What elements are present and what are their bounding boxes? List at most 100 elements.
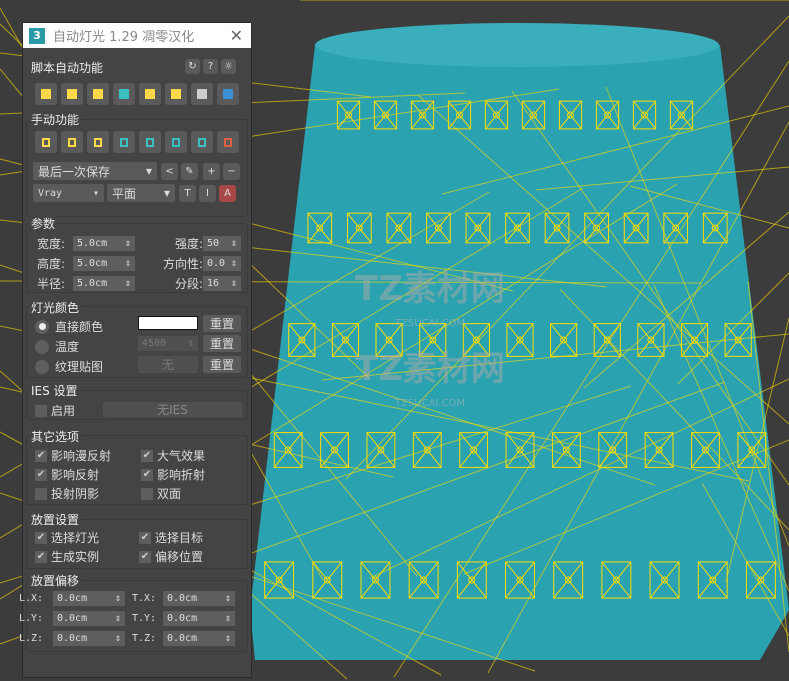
ies-enable-checkbox[interactable]: [35, 404, 47, 417]
radius-input[interactable]: 5.0cm ⇕: [73, 276, 135, 291]
width-input[interactable]: 5.0cm ⇕: [73, 236, 135, 251]
i-button[interactable]: I: [199, 184, 216, 202]
direction-input[interactable]: 0.0 ⇕: [203, 256, 241, 271]
offset-header: 放置偏移: [29, 572, 82, 589]
intensity-label: 强度:: [174, 237, 203, 251]
refract-checkbox[interactable]: ✔: [141, 468, 153, 481]
close-icon[interactable]: ✕: [230, 26, 243, 45]
select_light-checkbox[interactable]: ✔: [35, 531, 47, 544]
height-label: 高度:: [37, 257, 66, 271]
twoside-checkbox[interactable]: [141, 487, 153, 500]
add-preset-button[interactable]: +: [203, 162, 220, 180]
reset-color-button[interactable]: 重置: [203, 315, 241, 332]
preset-dropdown[interactable]: 最后一次保存 ▾: [33, 162, 157, 180]
offset-ty-label: T.Y:: [131, 613, 157, 624]
segments-label: 分段:: [174, 277, 203, 291]
offset_pos-label: 偏移位置: [155, 550, 204, 564]
settings-button[interactable]: ☼: [221, 59, 236, 74]
align-top-icon[interactable]: [87, 83, 109, 105]
offset-ty-input[interactable]: 0.0cm ⇕: [163, 611, 235, 626]
reset-texture-button[interactable]: 重置: [203, 356, 241, 373]
title-bar[interactable]: 3 自动灯光 1.29 凋零汉化 ✕: [23, 23, 251, 48]
direct-color-label: 直接颜色: [55, 320, 104, 334]
offset-lz-label: L.Z:: [19, 633, 44, 644]
texture-map-button[interactable]: 无: [138, 356, 198, 373]
center-icon[interactable]: [139, 131, 161, 153]
offset-tz-label: T.Z:: [131, 633, 157, 644]
manual-header: 手动功能: [29, 111, 82, 128]
params-header: 参数: [29, 215, 58, 232]
offset-lz-input[interactable]: 0.0cm ⇕: [53, 631, 125, 646]
light-square-icon[interactable]: [61, 131, 83, 153]
window-title: 自动灯光 1.29 凋零汉化: [53, 30, 195, 45]
height-input[interactable]: 5.0cm ⇕: [73, 256, 135, 271]
svg-text:TZ素材网: TZ素材网: [355, 349, 505, 389]
diffuse-checkbox[interactable]: ✔: [35, 449, 47, 462]
offset-ly-label: L.Y:: [19, 613, 44, 624]
color-swatch[interactable]: [138, 316, 198, 330]
grid-lights-icon[interactable]: [139, 83, 161, 105]
instance-label: 生成实例: [51, 550, 100, 564]
t-button[interactable]: T: [179, 184, 196, 202]
offset_pos-checkbox[interactable]: ✔: [139, 550, 151, 563]
instance-checkbox[interactable]: ✔: [35, 550, 47, 563]
camera-light-icon[interactable]: [191, 83, 213, 105]
delete-icon[interactable]: [217, 131, 239, 153]
offset-tz-input[interactable]: 0.0cm ⇕: [163, 631, 235, 646]
color-header: 灯光颜色: [29, 299, 82, 316]
renderer-value: Vray: [38, 187, 63, 199]
auto-header: 脚本自动功能: [29, 59, 106, 76]
select_target-checkbox[interactable]: ✔: [139, 531, 151, 544]
select-box-icon[interactable]: [191, 131, 213, 153]
ies-file-button[interactable]: 无IES: [103, 402, 242, 417]
diffuse-label: 影响漫反射: [51, 449, 112, 463]
offset-tx-input[interactable]: 0.0cm ⇕: [163, 591, 235, 606]
ies-enable-label: 启用: [51, 404, 76, 418]
shadow-checkbox[interactable]: [35, 487, 47, 500]
renderer-dropdown[interactable]: Vray ▾: [33, 184, 104, 202]
select_target-label: 选择目标: [155, 531, 204, 545]
a-button[interactable]: A: [219, 184, 236, 202]
twoside-label: 双面: [157, 487, 182, 501]
light-type-dropdown[interactable]: 平面 ▾: [107, 184, 175, 202]
autolight-panel: 3 自动灯光 1.29 凋零汉化 ✕ 脚本自动功能 ↻ ? ☼ 手动功能 最后一…: [19, 22, 252, 678]
light-type-value: 平面: [112, 186, 137, 201]
pen-button[interactable]: ✎: [181, 162, 198, 180]
scatter-icon[interactable]: [87, 131, 109, 153]
texture-radio[interactable]: [35, 359, 49, 374]
add-light-icon[interactable]: [165, 83, 187, 105]
temperature-label: 温度: [55, 340, 80, 354]
align-cyan-icon[interactable]: [113, 83, 135, 105]
offset-tx-label: T.X:: [131, 593, 157, 604]
single-light-icon[interactable]: [35, 131, 57, 153]
temperature-input[interactable]: 4500 ⇕: [138, 336, 198, 351]
remove-preset-button[interactable]: −: [223, 162, 240, 180]
panel-icon[interactable]: [165, 131, 187, 153]
place-header: 放置设置: [29, 511, 82, 528]
reset-temp-button[interactable]: 重置: [203, 335, 241, 352]
refresh-button[interactable]: ↻: [185, 59, 200, 74]
preset-value: 最后一次保存: [38, 164, 111, 179]
direct-color-radio[interactable]: [35, 319, 49, 334]
offset-lx-label: L.X:: [19, 593, 44, 604]
segments-input[interactable]: 16 ⇕: [203, 276, 241, 291]
reflect-checkbox[interactable]: ✔: [35, 468, 47, 481]
watermark: TZ素材网: [355, 269, 505, 309]
atmos-checkbox[interactable]: ✔: [141, 449, 153, 462]
help-button[interactable]: ?: [203, 59, 218, 74]
image-icon[interactable]: [217, 83, 239, 105]
offset-ly-input[interactable]: 0.0cm ⇕: [53, 611, 125, 626]
intensity-input[interactable]: 50 ⇕: [203, 236, 241, 251]
offset-lx-input[interactable]: 0.0cm ⇕: [53, 591, 125, 606]
other-header: 其它选项: [29, 428, 82, 445]
reflect-label: 影响反射: [51, 468, 100, 482]
width-label: 宽度:: [37, 237, 66, 251]
place-target-icon[interactable]: [61, 83, 83, 105]
svg-text:TZSUCAI.COM: TZSUCAI.COM: [394, 398, 465, 409]
ies-header: IES 设置: [29, 382, 80, 399]
top-align-icon[interactable]: [113, 131, 135, 153]
back-button[interactable]: <: [161, 162, 178, 180]
place-selected-icon[interactable]: [35, 83, 57, 105]
temperature-radio[interactable]: [35, 339, 49, 354]
radius-label: 半径:: [37, 277, 66, 291]
